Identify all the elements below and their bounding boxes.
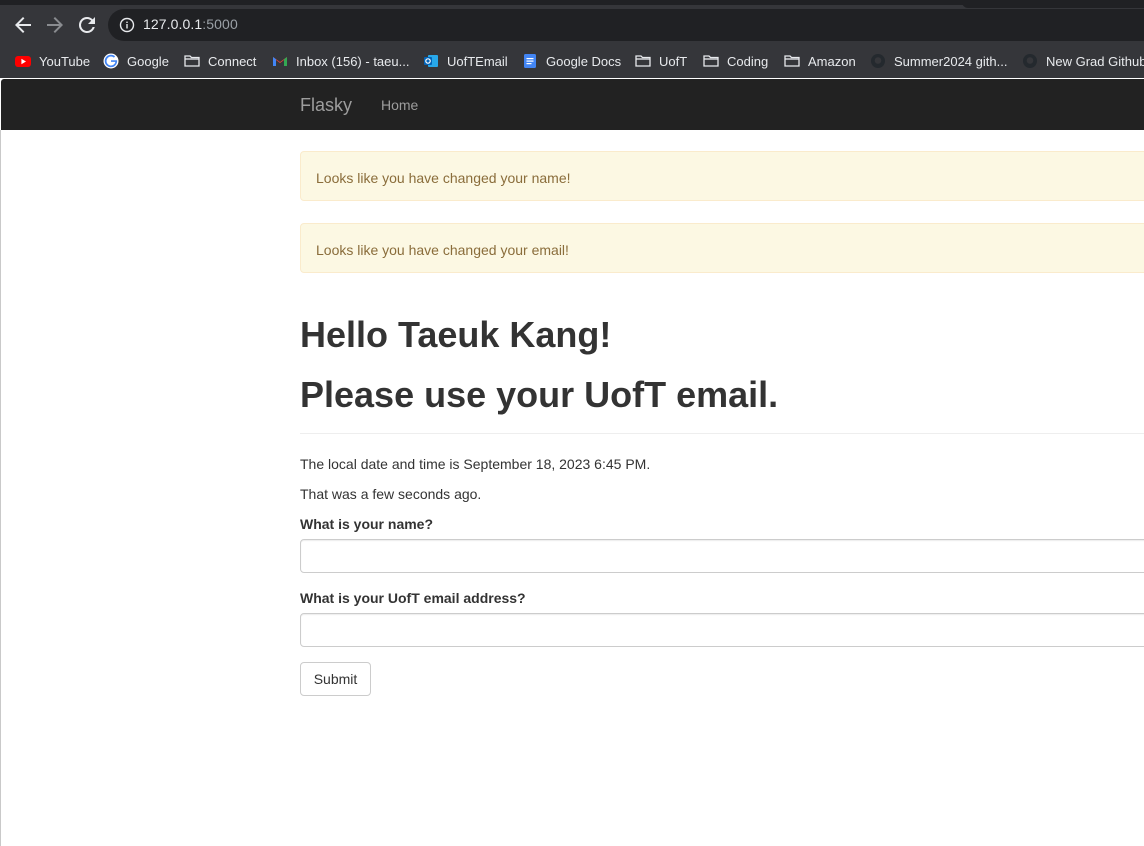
- notice-heading: Please use your UofT email.: [300, 374, 779, 415]
- bookmark-coding[interactable]: Coding: [703, 51, 768, 71]
- bookmark-youtube[interactable]: YouTube: [15, 51, 90, 71]
- tab-strip-corner: [962, 0, 1144, 8]
- alert-message: Looks like you have changed your email!: [316, 242, 569, 258]
- youtube-icon: [15, 53, 31, 69]
- alert-message: Looks like you have changed your name!: [316, 170, 571, 186]
- bookmark-uoftemail[interactable]: UofTEmail: [423, 51, 508, 71]
- bookmark-summer2024-github[interactable]: Summer2024 gith...: [870, 51, 1007, 71]
- github-icon: [870, 53, 886, 69]
- flash-alert-name: Looks like you have changed your name!: [300, 151, 1144, 201]
- bookmarks-bar: YouTube Google Connect Inbox (156) - tae…: [0, 47, 1144, 75]
- bookmark-google-docs[interactable]: Google Docs: [522, 51, 621, 71]
- folder-icon: [635, 53, 651, 69]
- browser-chrome: 127.0.0.1:5000 YouTube Google Connect In…: [0, 0, 1144, 78]
- bookmark-new-grad-github[interactable]: New Grad Github: [1022, 51, 1144, 71]
- navbar-brand[interactable]: Flasky: [300, 95, 352, 116]
- folder-icon: [184, 53, 200, 69]
- bookmark-gmail-inbox[interactable]: Inbox (156) - taeu...: [272, 51, 409, 71]
- github-icon: [1022, 53, 1038, 69]
- bookmark-label: Coding: [727, 53, 769, 69]
- nav-home-link[interactable]: Home: [381, 97, 418, 113]
- email-label: What is your UofT email address?: [300, 590, 526, 606]
- name-label: What is your name?: [300, 516, 434, 532]
- reload-icon[interactable]: [75, 13, 99, 37]
- header-divider: [300, 433, 1144, 434]
- forward-icon[interactable]: [43, 13, 67, 37]
- bookmark-label: Summer2024 gith...: [894, 53, 1008, 69]
- bookmark-label: New Grad Github: [1046, 53, 1144, 69]
- site-navbar: Flasky Home: [1, 79, 1144, 130]
- folder-icon: [784, 53, 800, 69]
- gmail-icon: [272, 53, 288, 69]
- site-info-icon[interactable]: [119, 17, 135, 33]
- bookmark-label: Connect: [208, 53, 257, 69]
- email-input[interactable]: [300, 613, 1144, 647]
- bookmark-label: Inbox (156) - taeu...: [296, 53, 410, 69]
- url-port: :5000: [202, 16, 238, 32]
- bookmark-connect[interactable]: Connect: [184, 51, 256, 71]
- address-bar[interactable]: 127.0.0.1:5000: [108, 9, 1144, 41]
- flash-alert-email: Looks like you have changed your email!: [300, 223, 1144, 273]
- folder-icon: [703, 53, 719, 69]
- bookmark-label: UofT: [659, 53, 688, 69]
- bookmark-label: Google Docs: [546, 53, 622, 69]
- url-host: 127.0.0.1: [143, 16, 203, 32]
- outlook-icon: [423, 53, 439, 69]
- google-icon: [103, 53, 119, 69]
- bookmark-label: UofTEmail: [447, 53, 508, 69]
- page-edge-divider: [0, 130, 1, 846]
- relative-time-text: That was a few seconds ago.: [300, 486, 482, 502]
- google-docs-icon: [522, 53, 538, 69]
- bookmark-label: YouTube: [39, 53, 91, 69]
- bookmark-label: Amazon: [808, 53, 856, 69]
- bookmark-label: Google: [127, 53, 169, 69]
- submit-button[interactable]: Submit: [300, 662, 371, 696]
- back-icon[interactable]: [11, 13, 35, 37]
- datetime-text: The local date and time is September 18,…: [300, 456, 651, 472]
- bookmark-amazon[interactable]: Amazon: [784, 51, 856, 71]
- name-input[interactable]: [300, 539, 1144, 573]
- bookmark-uoft[interactable]: UofT: [635, 51, 687, 71]
- greeting-heading: Hello Taeuk Kang!: [300, 314, 612, 355]
- url-text: 127.0.0.1:5000: [143, 16, 238, 32]
- bookmark-google[interactable]: Google: [103, 51, 169, 71]
